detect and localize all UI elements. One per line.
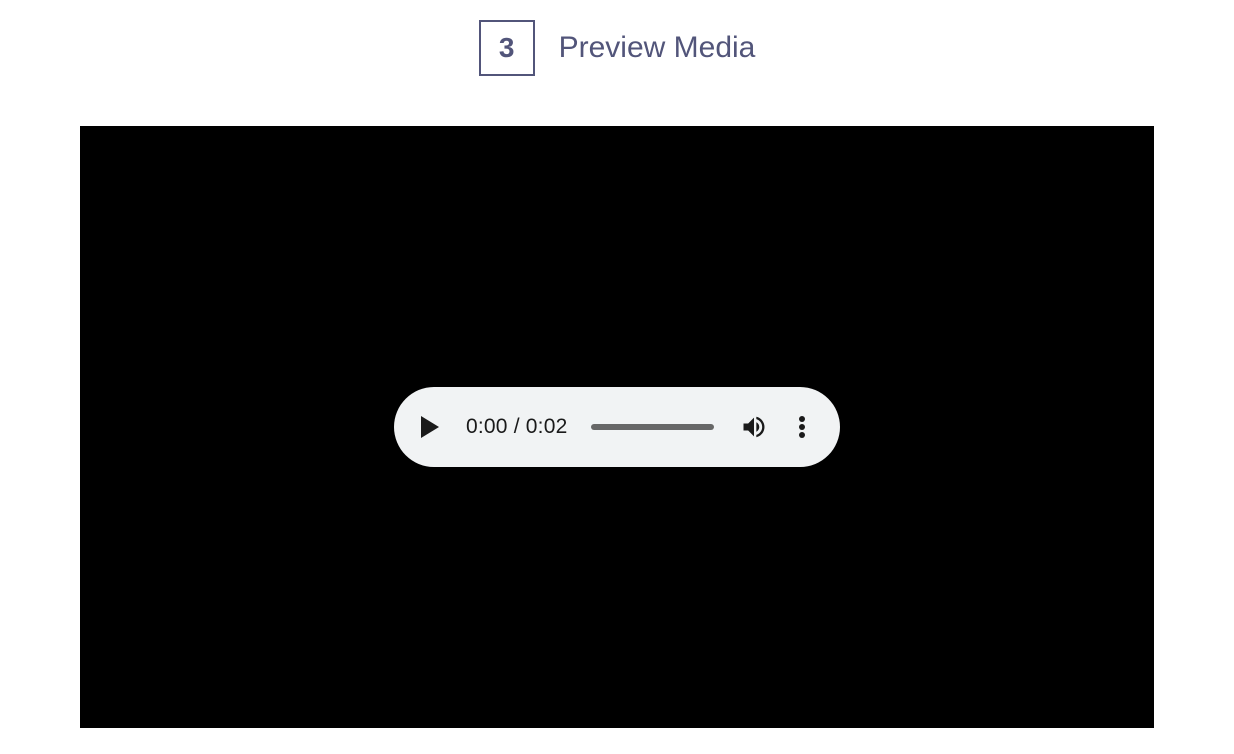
total-time: 0:02 xyxy=(526,415,568,438)
kebab-menu-icon xyxy=(798,415,806,439)
more-options-button[interactable] xyxy=(788,411,816,443)
step-title: Preview Media xyxy=(559,31,756,65)
play-button[interactable] xyxy=(412,409,448,445)
media-preview-area: 0:00 / 0:02 xyxy=(80,126,1154,728)
time-display: 0:00 / 0:02 xyxy=(466,415,567,439)
media-controls-bar: 0:00 / 0:02 xyxy=(394,387,840,467)
step-number: 3 xyxy=(499,32,515,64)
time-separator: / xyxy=(508,415,526,438)
step-number-box: 3 xyxy=(479,20,535,76)
play-icon xyxy=(419,415,441,439)
volume-icon xyxy=(740,413,768,441)
seek-slider[interactable] xyxy=(591,424,714,430)
step-header: 3 Preview Media xyxy=(0,0,1234,76)
current-time: 0:00 xyxy=(466,415,508,438)
volume-button[interactable] xyxy=(738,411,770,443)
